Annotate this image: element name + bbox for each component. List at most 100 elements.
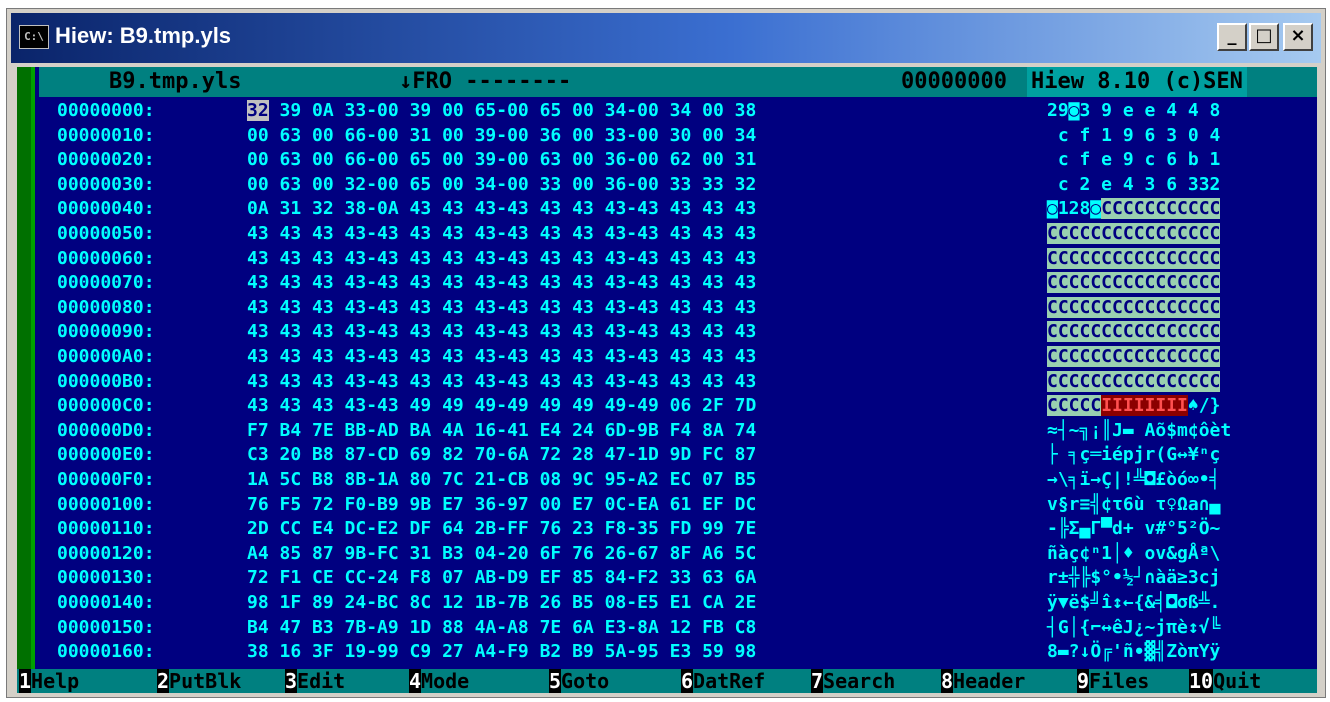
fkey-label: Search	[823, 669, 896, 693]
fkey-number: 4	[409, 669, 422, 693]
row-ascii[interactable]: →\╕ï→Ç|!╩◘£òó∞•╡	[1047, 470, 1220, 490]
minimize-button[interactable]: _	[1217, 23, 1247, 51]
row-hex-bytes[interactable]: 43 43 43 43-43 49 49 49-49 49 49 49-49 0…	[247, 396, 756, 416]
row-hex-bytes[interactable]: 43 43 43 43-43 43 43 43-43 43 43 43-43 4…	[247, 347, 756, 367]
row-hex-bytes[interactable]: 98 1F 89 24-BC 8C 12 1B-7B 26 B5 08-E5 E…	[247, 593, 756, 613]
row-ascii[interactable]: CCCCCCCCCCCCCCCC	[1047, 370, 1221, 392]
fkey-number: 10	[1189, 669, 1214, 693]
row-address: 00000050:	[57, 223, 155, 244]
row-ascii[interactable]: c f e 9 c 6 b 1	[1047, 150, 1221, 170]
row-hex-bytes[interactable]: 43 43 43 43-43 43 43 43-43 43 43 43-43 4…	[247, 248, 756, 269]
row-address: 000000D0:	[57, 419, 155, 441]
row-address: 00000030:	[57, 173, 155, 195]
ascii-highlight: CCCCCCCCCCCCCCCC	[1047, 247, 1221, 269]
status-filename: B9.tmp.yls	[109, 69, 242, 94]
fkey-quit[interactable]: 10Quit	[1189, 669, 1262, 693]
row-hex-bytes[interactable]: F7 B4 7E BB-AD BA 4A 16-41 E4 24 6D-9B F…	[247, 420, 756, 441]
fkey-header[interactable]: 8Header	[941, 669, 1026, 693]
status-mode: ↓FRO --------	[399, 69, 572, 94]
function-key-bar: 1Help 2PutBlk 3Edit 4Mode 5Goto 6DatRef 7Searc…	[17, 669, 1317, 693]
row-hex-bytes[interactable]: 43 43 43 43-43 43 43 43-43 43 43 43-43 4…	[247, 273, 756, 293]
fkey-mode[interactable]: 4Mode	[409, 669, 470, 693]
row-ascii[interactable]: CCCCCCCCCCCCCCCC	[1047, 346, 1221, 367]
row-ascii[interactable]: ├ ╕ç═iépjr(G↔¥ⁿç	[1047, 445, 1220, 465]
row-ascii[interactable]: CCCCCCCCCCCCCCCC	[1047, 321, 1221, 343]
app-window: C:\ Hiew: B9.tmp.yls _ □ × B9.tmp.yls ↓F…	[6, 8, 1326, 698]
row-ascii[interactable]: r±╬╠$°•½┘∩àä≥3cj	[1047, 568, 1220, 588]
row-hex-bytes[interactable]: 1A 5C B8 8B-1A 80 7C 21-CB 08 9C 95-A2 E…	[247, 470, 756, 490]
window-title: Hiew: B9.tmp.yls	[55, 23, 232, 48]
row-hex-bytes[interactable]: 43 43 43 43-43 43 43 43-43 43 43 43-43 4…	[247, 322, 756, 342]
row-address: 00000080:	[57, 296, 155, 318]
row-ascii[interactable]: CCCCCIIIIIIII♠/}	[1047, 395, 1220, 417]
fkey-edit[interactable]: 3Edit	[285, 669, 346, 693]
row-hex-bytes[interactable]: 38 16 3F 19-99 C9 27 A4-F9 B2 B9 5A-95 E…	[247, 642, 756, 662]
row-hex-bytes[interactable]: B4 47 B3 7B-A9 1D 88 4A-A8 7E 6A E3-8A 1…	[247, 617, 756, 638]
row-hex-bytes[interactable]: 43 43 43 43-43 43 43 43-43 43 43 43-43 4…	[247, 224, 756, 244]
ascii-highlight: CCCCCCCCCCCCCCCC	[1047, 223, 1221, 244]
row-hex-bytes[interactable]: 00 63 00 66-00 65 00 39-00 63 00 36-00 6…	[247, 150, 756, 170]
row-hex-bytes[interactable]: 2D CC E4 DC-E2 DF 64 2B-FF 76 23 F8-35 F…	[247, 519, 756, 539]
ascii-highlight: CCCCCCCCCCCCCCCC	[1047, 272, 1221, 294]
row-ascii[interactable]: ≈┤~╗¡║J▬ Aõ$m¢ôèt	[1047, 420, 1231, 441]
row-ascii[interactable]: c 2 e 4 3 6 332	[1047, 174, 1221, 195]
row-hex-bytes[interactable]: 00 63 00 32-00 65 00 34-00 33 00 36-00 3…	[247, 174, 756, 195]
row-ascii[interactable]: CCCCCCCCCCCCCCCC	[1047, 247, 1221, 269]
maximize-button[interactable]: □	[1249, 23, 1279, 51]
row-ascii[interactable]: CCCCCCCCCCCCCCCC	[1047, 223, 1221, 244]
fkey-search[interactable]: 7Search	[811, 669, 896, 693]
row-address: 00000110:	[57, 518, 155, 540]
row-hex-bytes[interactable]: 76 F5 72 F0-B9 9B E7 36-97 00 E7 0C-EA 6…	[247, 494, 756, 515]
row-address: 00000000:	[57, 100, 155, 121]
row-ascii[interactable]: 29◙3 9 e e 4 4 8	[1047, 101, 1220, 121]
row-address: 00000010:	[57, 124, 155, 146]
row-ascii[interactable]: v§r≡╣¢τ6ù τ♀Ωa∩▄	[1047, 494, 1220, 515]
row-address: 00000070:	[57, 272, 155, 294]
fkey-number: 8	[941, 669, 954, 693]
fkey-label: PutBlk	[169, 669, 242, 693]
fkey-datref[interactable]: 6DatRef	[681, 669, 766, 693]
ascii-highlight-red: IIIIIIII	[1101, 395, 1188, 417]
close-button[interactable]: ×	[1283, 23, 1313, 51]
row-address: 000000A0:	[57, 346, 155, 367]
status-offset: 00000000	[901, 69, 1007, 94]
hex-console[interactable]: B9.tmp.yls ↓FRO -------- 00000000 Hiew 8…	[17, 67, 1317, 693]
row-address: 00000140:	[57, 592, 155, 613]
row-ascii[interactable]: ◙128◙CCCCCCCCCCC	[1047, 198, 1221, 220]
scroll-indicator	[17, 67, 35, 693]
row-ascii[interactable]: 8▬?↓Ö╔'ñ∙▓╣ZòπYÿ	[1047, 642, 1220, 662]
row-hex-bytes[interactable]: C3 20 B8 87-CD 69 82 70-6A 72 28 47-1D 9…	[247, 445, 756, 465]
row-hex-bytes[interactable]: 00 63 00 66-00 31 00 39-00 36 00 33-00 3…	[247, 125, 756, 146]
row-hex-bytes[interactable]: 72 F1 CE CC-24 F8 07 AB-D9 EF 85 84-F2 3…	[247, 568, 756, 588]
ascii-highlight: CCCCCCCCCCCCCCCC	[1047, 321, 1221, 343]
row-ascii[interactable]: ÿ▼ë$╝î↕←{&╡◘σß╩.	[1047, 593, 1220, 613]
row-ascii[interactable]: ┤G│{⌐↔êJ¿~jπè↕√╚	[1047, 617, 1220, 638]
row-address: 00000090:	[57, 321, 155, 343]
row-ascii[interactable]: c f 1 9 6 3 0 4	[1047, 125, 1221, 146]
ascii-highlight: CCCCC	[1047, 395, 1102, 417]
console-icon[interactable]: C:\	[19, 25, 49, 49]
fkey-files[interactable]: 9Files	[1077, 669, 1150, 693]
row-address: 00000100:	[57, 493, 155, 515]
row-hex-bytes[interactable]: A4 85 87 9B-FC 31 B3 04-20 6F 76 26-67 8…	[247, 543, 756, 564]
row-hex-bytes[interactable]: 32 39 0A 33-00 39 00 65-00 65 00 34-00 3…	[247, 100, 756, 121]
row-hex-bytes[interactable]: 43 43 43 43-43 43 43 43-43 43 43 43-43 4…	[247, 371, 756, 392]
status-version: Hiew 8.10 (c)SEN	[1027, 67, 1247, 97]
row-ascii[interactable]: CCCCCCCCCCCCCCCC	[1047, 296, 1221, 318]
row-ascii[interactable]: ñàç¢ⁿ1│♦ ov&gÅª\	[1047, 543, 1220, 564]
row-ascii[interactable]: -╠Σ▄Γ▀d+ v#°5²Ö~	[1047, 519, 1220, 539]
row-address: 000000F0:	[57, 469, 155, 490]
fkey-goto[interactable]: 5Goto	[549, 669, 610, 693]
row-address: 00000120:	[57, 542, 155, 564]
row-address: 00000040:	[57, 198, 155, 220]
row-ascii[interactable]: CCCCCCCCCCCCCCCC	[1047, 272, 1221, 294]
title-bar[interactable]: C:\ Hiew: B9.tmp.yls _ □ ×	[11, 13, 1321, 63]
row-hex-bytes[interactable]: 43 43 43 43-43 43 43 43-43 43 43 43-43 4…	[247, 297, 756, 318]
fkey-help[interactable]: 1Help	[19, 669, 80, 693]
ascii-highlight: CCCCCCCCCCCCCCCC	[1047, 296, 1221, 318]
fkey-label: Help	[31, 669, 80, 693]
row-address: 00000130:	[57, 567, 155, 589]
fkey-putblk[interactable]: 2PutBlk	[157, 669, 242, 693]
fkey-label: Files	[1089, 669, 1150, 693]
row-hex-bytes[interactable]: 0A 31 32 38-0A 43 43 43-43 43 43 43-43 4…	[247, 199, 756, 219]
